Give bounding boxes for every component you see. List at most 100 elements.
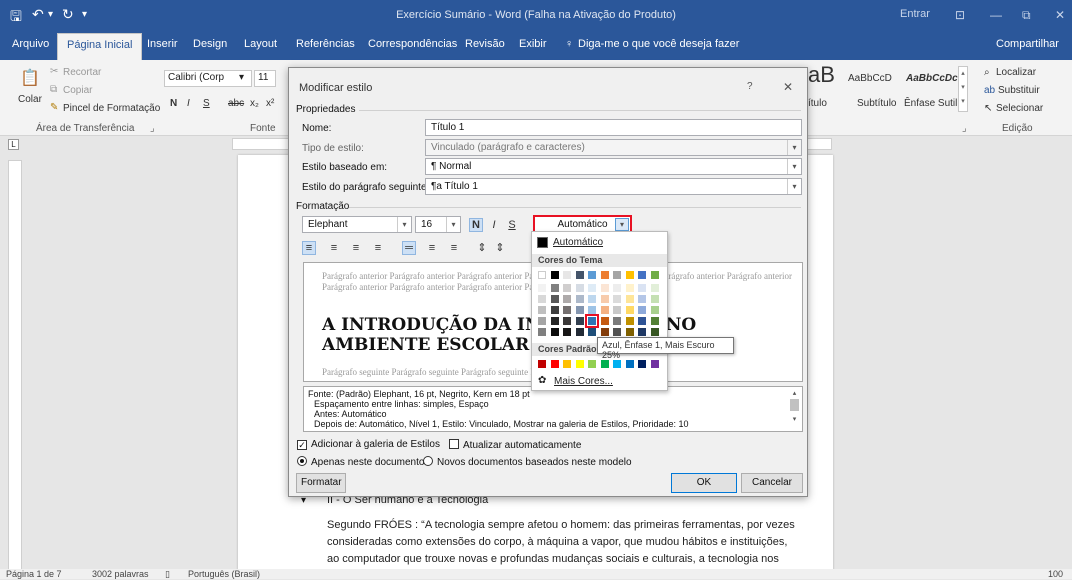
- replace-button[interactable]: Substituir: [998, 85, 1040, 96]
- justify-icon[interactable]: ≡: [371, 242, 385, 254]
- color-swatch[interactable]: [600, 328, 609, 336]
- name-field[interactable]: Título 1: [425, 119, 802, 136]
- find-button[interactable]: Localizar: [996, 67, 1036, 78]
- styles-scroll[interactable]: ▴ ▾ ▾: [958, 66, 968, 112]
- style-type-select[interactable]: Vinculado (parágrafo e caracteres) ▾: [425, 139, 802, 156]
- color-swatch[interactable]: [625, 328, 634, 336]
- chevron-down-icon[interactable]: ▾: [446, 217, 460, 232]
- clipboard-launcher-icon[interactable]: ⌟: [150, 123, 155, 134]
- next-style-select[interactable]: ¶a Título 1 ▾: [425, 178, 802, 195]
- color-swatch[interactable]: [550, 271, 559, 279]
- chevron-down-icon[interactable]: ▾: [397, 217, 411, 232]
- signin-link[interactable]: Entrar: [900, 8, 930, 20]
- double-spacing-icon[interactable]: ≡: [447, 242, 461, 254]
- word-count[interactable]: 3002 palavras: [92, 569, 149, 579]
- color-swatch[interactable]: [638, 284, 646, 292]
- vertical-ruler[interactable]: [8, 160, 22, 570]
- space-before-icon[interactable]: ⇕: [475, 241, 489, 254]
- color-swatch[interactable]: [575, 271, 584, 279]
- standard-color-swatch[interactable]: [550, 360, 559, 368]
- standard-color-swatch[interactable]: [575, 360, 584, 368]
- color-swatch[interactable]: [563, 271, 571, 279]
- standard-color-swatch[interactable]: [588, 360, 596, 368]
- auto-color-option[interactable]: Automático: [553, 237, 603, 248]
- color-swatch[interactable]: [550, 295, 559, 303]
- align-center-icon[interactable]: ≡: [327, 242, 341, 254]
- color-swatch[interactable]: [538, 317, 546, 325]
- format-painter-button[interactable]: Pincel de Formatação: [63, 103, 160, 114]
- color-swatch[interactable]: [613, 271, 621, 279]
- ok-button[interactable]: OK: [671, 473, 737, 493]
- color-swatch[interactable]: [563, 295, 571, 303]
- copy-button[interactable]: Copiar: [63, 85, 92, 96]
- add-gallery-option[interactable]: ✓ Adicionar à galeria de Estilos: [297, 439, 440, 450]
- color-swatch[interactable]: [550, 328, 559, 336]
- standard-color-swatch[interactable]: [600, 360, 609, 368]
- paste-icon[interactable]: 📋: [20, 68, 40, 88]
- standard-color-swatch[interactable]: [613, 360, 621, 368]
- only-document-option[interactable]: Apenas neste documento: [297, 456, 424, 468]
- color-swatch[interactable]: [650, 317, 659, 325]
- tab-arquivo[interactable]: Arquivo: [12, 38, 49, 50]
- color-swatch[interactable]: [613, 328, 621, 336]
- color-swatch[interactable]: [600, 295, 609, 303]
- auto-color-swatch[interactable]: [537, 237, 548, 248]
- color-swatch[interactable]: [600, 271, 609, 279]
- more-colors-option[interactable]: Mais Cores...: [554, 376, 613, 387]
- color-swatch[interactable]: [588, 271, 596, 279]
- space-after-icon[interactable]: ⇕: [493, 241, 507, 254]
- cut-button[interactable]: Recortar: [63, 67, 101, 78]
- color-swatch[interactable]: [600, 317, 609, 325]
- standard-color-swatch[interactable]: [625, 360, 634, 368]
- color-swatch[interactable]: [600, 306, 609, 314]
- color-swatch[interactable]: [625, 271, 634, 279]
- page-count[interactable]: Página 1 de 7: [6, 569, 62, 579]
- tab-revisao[interactable]: Revisão: [465, 38, 505, 50]
- paste-button[interactable]: Colar: [18, 94, 42, 105]
- maximize-icon[interactable]: ⧉: [1022, 8, 1031, 23]
- color-swatch[interactable]: [575, 284, 584, 292]
- color-swatch[interactable]: [563, 328, 571, 336]
- minimize-icon[interactable]: —: [990, 8, 1002, 22]
- underline-button[interactable]: S: [506, 219, 518, 231]
- color-swatch[interactable]: [588, 328, 596, 336]
- select-button[interactable]: Selecionar: [996, 103, 1043, 114]
- align-left-icon[interactable]: ≡: [302, 241, 316, 255]
- chevron-down-icon[interactable]: ▾: [787, 179, 801, 194]
- ribbon-display-icon[interactable]: ⊡: [955, 8, 965, 22]
- color-swatch[interactable]: [575, 306, 584, 314]
- color-swatch[interactable]: [588, 295, 596, 303]
- standard-color-swatch[interactable]: [650, 360, 659, 368]
- color-swatch[interactable]: [588, 306, 596, 314]
- standard-color-swatch[interactable]: [538, 360, 546, 368]
- chevron-down-icon[interactable]: ▾: [787, 140, 801, 155]
- based-on-select[interactable]: ¶ Normal ▾: [425, 158, 802, 175]
- chevron-down-icon[interactable]: ▾: [787, 159, 801, 174]
- color-swatch[interactable]: [625, 306, 634, 314]
- color-swatch[interactable]: [613, 284, 621, 292]
- color-swatch[interactable]: [550, 317, 559, 325]
- color-swatch[interactable]: [563, 306, 571, 314]
- language[interactable]: Português (Brasil): [188, 569, 260, 579]
- bold-icon[interactable]: N: [170, 98, 177, 109]
- font-select[interactable]: Elephant ▾: [302, 216, 412, 233]
- color-swatch[interactable]: [575, 317, 584, 325]
- bold-button[interactable]: N: [469, 218, 483, 232]
- color-swatch[interactable]: [650, 328, 659, 336]
- standard-color-swatch[interactable]: [563, 360, 571, 368]
- close-window-icon[interactable]: ✕: [1055, 8, 1065, 22]
- italic-button[interactable]: I: [488, 219, 500, 231]
- style-preview-2[interactable]: AaBbCcDc: [906, 73, 958, 84]
- share-button[interactable]: Compartilhar: [996, 38, 1059, 50]
- tab-pagina-inicial[interactable]: Página Inicial: [57, 33, 143, 60]
- subscript-icon[interactable]: x₂: [250, 98, 259, 109]
- font-size-box[interactable]: 11: [254, 70, 276, 87]
- color-swatch[interactable]: [650, 284, 659, 292]
- color-swatch[interactable]: [650, 306, 659, 314]
- color-swatch[interactable]: [550, 284, 559, 292]
- zoom-level[interactable]: 100: [1048, 569, 1063, 579]
- radio-selected-icon[interactable]: [297, 456, 307, 466]
- underline-icon[interactable]: S: [203, 98, 210, 109]
- help-button[interactable]: ?: [747, 81, 753, 92]
- style-preview-big[interactable]: aB: [808, 62, 835, 88]
